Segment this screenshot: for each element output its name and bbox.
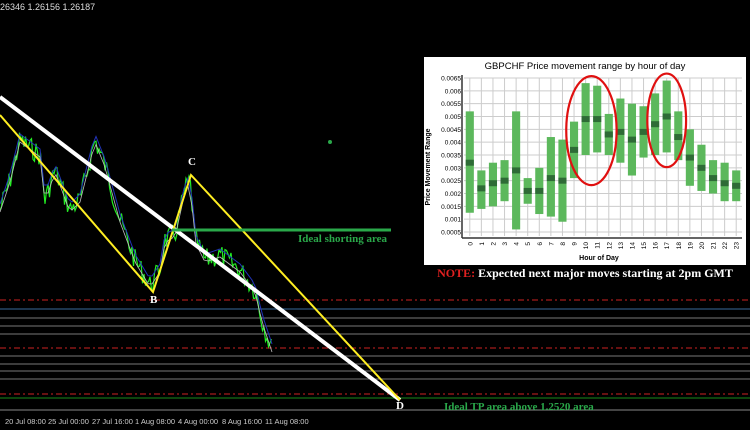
x-tick-label: 14 xyxy=(629,242,636,250)
x-tick-label: 21 xyxy=(711,242,718,250)
median-mark xyxy=(512,167,521,174)
abcd-pattern xyxy=(0,114,401,401)
moving-average-fast xyxy=(0,141,273,353)
x-tick-label: 9 xyxy=(572,242,579,246)
y-tick-label: 0.006 xyxy=(445,88,462,95)
x-tick-label: 11 xyxy=(595,242,602,249)
x-tick-label: 0 xyxy=(467,242,474,246)
x-axis-label: Hour of Day xyxy=(579,255,619,262)
y-tick-label: 0.0065 xyxy=(441,76,461,83)
time-axis-label: 11 Aug 08:00 xyxy=(265,417,309,426)
median-mark xyxy=(604,131,613,138)
median-mark xyxy=(720,180,729,187)
note-body: Expected next major moves starting at 2p… xyxy=(475,266,733,280)
point-c-label: C xyxy=(188,156,196,168)
ohlc-readout: 26346 1.26156 1.26187 xyxy=(0,2,96,12)
time-axis-label: 27 Jul 16:00 xyxy=(92,417,133,426)
point-d-label: D xyxy=(396,400,404,412)
tp-area-label: Ideal TP area above 1.2520 area xyxy=(444,401,594,413)
median-mark xyxy=(674,134,683,141)
median-mark xyxy=(558,177,567,184)
y-axis-label: Price Movement Range xyxy=(425,128,432,205)
y-tick-label: 0.002 xyxy=(445,191,462,198)
x-tick-label: 20 xyxy=(699,242,706,250)
note-prefix: NOTE: xyxy=(437,266,476,280)
time-axis-label: 20 Jul 08:00 xyxy=(5,417,46,426)
x-tick-label: 22 xyxy=(722,242,729,250)
time-axis-label: 4 Aug 00:00 xyxy=(178,417,219,426)
median-mark xyxy=(535,187,544,194)
x-tick-label: 23 xyxy=(734,242,741,250)
x-tick-label: 18 xyxy=(676,242,683,250)
y-tick-label: 0.005 xyxy=(445,114,462,121)
x-tick-label: 12 xyxy=(606,242,613,250)
median-mark xyxy=(708,175,718,182)
x-tick-label: 2 xyxy=(490,242,497,246)
y-tick-label: 0.003 xyxy=(445,165,462,172)
y-tick-label: 0.0035 xyxy=(441,153,461,160)
y-tick-label: 0.004 xyxy=(445,140,462,147)
median-mark xyxy=(569,146,579,153)
shorting-area-label: Ideal shorting area xyxy=(298,233,388,245)
median-mark xyxy=(651,121,660,128)
y-tick-label: 0.0045 xyxy=(441,127,461,134)
y-tick-label: 0.0025 xyxy=(441,178,461,185)
channel-trendline xyxy=(0,95,402,402)
median-mark xyxy=(685,154,694,161)
x-tick-label: 1 xyxy=(479,242,486,246)
x-tick-label: 4 xyxy=(514,242,521,246)
median-mark xyxy=(500,177,509,184)
median-mark xyxy=(546,175,555,182)
chart-title: GBPCHF Price movement range by hour of d… xyxy=(485,61,686,72)
x-tick-label: 5 xyxy=(525,242,532,246)
x-tick-label: 8 xyxy=(560,242,567,246)
x-tick-label: 7 xyxy=(548,242,555,246)
y-tick-label: 0.001 xyxy=(445,217,462,224)
y-tick-label: 0.0015 xyxy=(441,204,461,211)
point-b-label: B xyxy=(150,294,158,306)
x-tick-label: 16 xyxy=(653,242,660,250)
x-tick-label: 10 xyxy=(583,242,590,250)
x-tick-label: 17 xyxy=(664,242,671,250)
x-tick-label: 3 xyxy=(502,242,509,246)
x-tick-label: 15 xyxy=(641,242,648,250)
hourly-range-chart: GBPCHF Price movement range by hour of d… xyxy=(424,57,746,265)
median-mark xyxy=(639,128,648,135)
median-mark xyxy=(697,164,706,171)
median-mark xyxy=(523,187,532,194)
time-axis-label: 8 Aug 16:00 xyxy=(222,417,263,426)
median-mark xyxy=(488,180,498,187)
marker-dot xyxy=(328,140,332,144)
median-mark xyxy=(581,116,590,123)
median-mark xyxy=(465,159,474,166)
x-tick-label: 19 xyxy=(687,242,694,250)
note-text: NOTE: Expected next major moves starting… xyxy=(424,266,746,281)
median-mark xyxy=(477,185,486,192)
median-mark xyxy=(662,113,671,120)
median-mark xyxy=(593,116,602,123)
median-mark xyxy=(732,182,741,189)
time-axis-label: 1 Aug 08:00 xyxy=(135,417,176,426)
median-mark xyxy=(627,136,637,143)
time-axis-label: 25 Jul 00:00 xyxy=(48,417,89,426)
y-tick-label: 0.0005 xyxy=(441,230,461,237)
x-tick-label: 13 xyxy=(618,242,625,250)
y-tick-label: 0.0055 xyxy=(441,101,461,108)
x-tick-label: 6 xyxy=(537,242,544,246)
